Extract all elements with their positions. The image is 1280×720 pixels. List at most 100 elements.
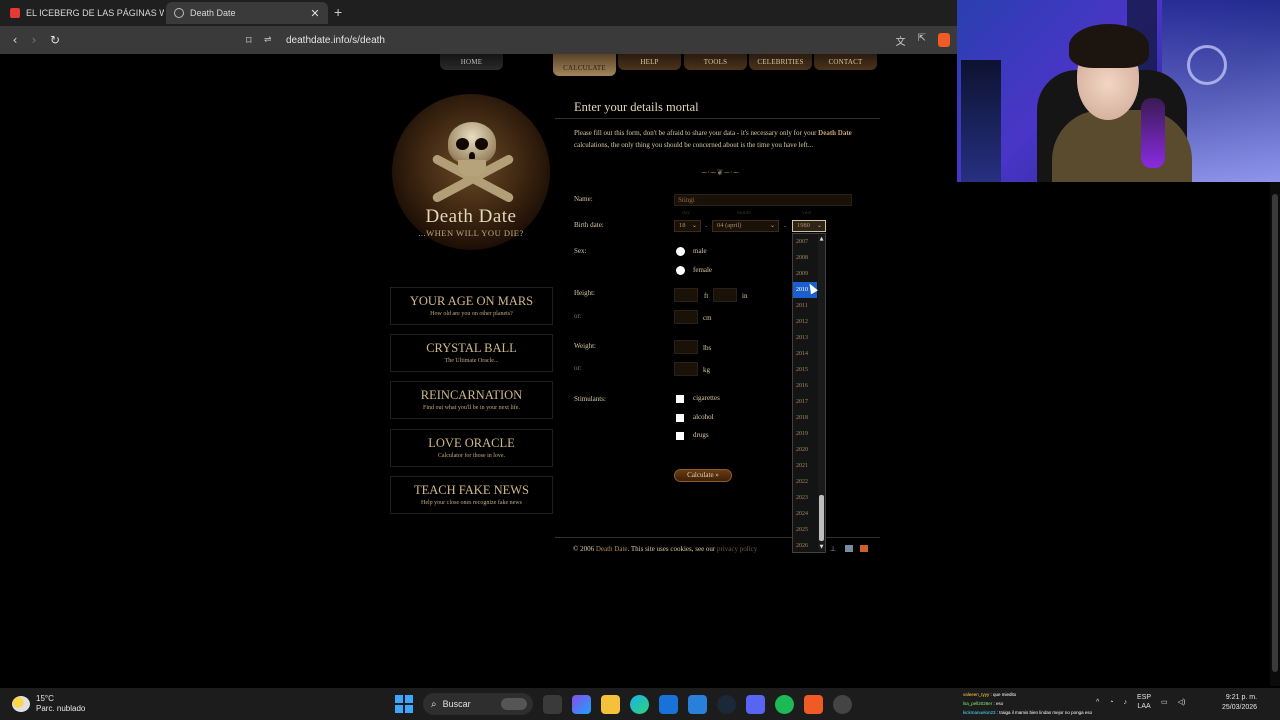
- taskbar-search[interactable]: ⌕ Buscar: [423, 693, 533, 715]
- year-dropdown-list[interactable]: 2007 2008 2009 2010 2011 2012 2013 2014 2015 2016…: [792, 233, 826, 553]
- new-tab-button[interactable]: +: [334, 4, 342, 20]
- weight-kg-input[interactable]: [674, 362, 698, 376]
- height-cm-input[interactable]: [674, 310, 698, 324]
- chevron-up-icon[interactable]: ^: [1096, 699, 1099, 706]
- tab-death-date[interactable]: Death Date ✕: [166, 2, 328, 24]
- site-nav: HOME CALCULATE HELP TOOLS CELEBRITIES CO…: [0, 54, 960, 76]
- scroll-up-icon[interactable]: ▲: [818, 235, 825, 243]
- year-option[interactable]: 2011: [793, 298, 817, 314]
- year-option[interactable]: 2008: [793, 250, 817, 266]
- nav-calculate[interactable]: CALCULATE: [553, 54, 616, 76]
- privacy-policy-link[interactable]: privacy policy: [717, 545, 757, 553]
- bookmark-icon[interactable]: ⌑: [246, 34, 264, 47]
- year-option[interactable]: 2014: [793, 346, 817, 362]
- height-ft-input[interactable]: [674, 288, 698, 302]
- year-option[interactable]: 2009: [793, 266, 817, 282]
- back-icon[interactable]: ‹: [7, 32, 23, 48]
- steam-icon[interactable]: [717, 694, 736, 714]
- year-option[interactable]: 2020: [793, 442, 817, 458]
- nav-celebrities[interactable]: CELEBRITIES: [749, 54, 812, 70]
- weight-lbs-input[interactable]: [674, 340, 698, 354]
- obs-icon[interactable]: [833, 694, 852, 714]
- year-option[interactable]: 2022: [793, 474, 817, 490]
- volume-icon[interactable]: ◁): [1178, 698, 1186, 706]
- page-scroll-thumb[interactable]: [1272, 194, 1278, 672]
- clock-date: 25/03/2026: [1222, 704, 1258, 711]
- scroll-thumb[interactable]: [819, 495, 824, 541]
- year-option[interactable]: 2013: [793, 330, 817, 346]
- drugs-checkbox[interactable]: [676, 432, 684, 440]
- month-select[interactable]: 04 (april) ⌄: [712, 220, 779, 232]
- year-option[interactable]: 2019: [793, 426, 817, 442]
- share-icon[interactable]: ⇱: [918, 33, 926, 48]
- year-option[interactable]: 2015: [793, 362, 817, 378]
- nav-help[interactable]: HELP: [618, 54, 681, 70]
- nav-home[interactable]: HOME: [440, 54, 503, 70]
- year-select[interactable]: 1980 ⌄: [792, 220, 826, 232]
- side-menu-reincarnation[interactable]: REINCARNATION Find out what you'll be in…: [390, 381, 553, 419]
- language-indicator[interactable]: ESP LAA: [1137, 693, 1151, 711]
- logo-title: Death Date: [425, 206, 517, 227]
- cigarettes-checkbox[interactable]: [676, 395, 684, 403]
- sex-female-label: female: [693, 266, 713, 274]
- widgets-icon[interactable]: [572, 694, 591, 714]
- taskbar-clock[interactable]: 9:21 p. m. 25/03/2026: [1222, 693, 1257, 713]
- side-menu-mars[interactable]: YOUR AGE ON MARS How old are you on othe…: [390, 287, 553, 325]
- year-option[interactable]: 2007: [793, 234, 817, 250]
- discord-icon[interactable]: [746, 694, 765, 714]
- name-input[interactable]: Stingi: [674, 194, 852, 206]
- year-option[interactable]: 2026: [793, 538, 817, 554]
- close-tab-icon[interactable]: ✕: [308, 7, 322, 20]
- sex-female-radio[interactable]: [676, 266, 685, 275]
- year-option[interactable]: 2017: [793, 394, 817, 410]
- scroll-down-icon[interactable]: ▼: [818, 543, 825, 551]
- nav-contact[interactable]: CONTACT: [814, 54, 877, 70]
- calculate-button[interactable]: Calculate »: [674, 469, 732, 482]
- windows-start-icon[interactable]: [395, 695, 413, 713]
- display-icon[interactable]: ▭: [1161, 698, 1168, 706]
- reload-icon[interactable]: ↻: [47, 32, 63, 48]
- outlook-icon[interactable]: [659, 694, 678, 714]
- network-icon[interactable]: ◔: [1109, 699, 1113, 706]
- spotify-icon[interactable]: [775, 694, 794, 714]
- sex-male-radio[interactable]: [676, 247, 685, 256]
- brave-shield-icon[interactable]: [938, 33, 950, 47]
- day-select[interactable]: 18 ⌄: [674, 220, 701, 232]
- year-option[interactable]: 2023: [793, 490, 817, 506]
- year-option[interactable]: 2021: [793, 458, 817, 474]
- death-date-logo[interactable]: Death Date ...WHEN WILL YOU DIE?: [390, 92, 552, 252]
- nav-tools[interactable]: TOOLS: [684, 54, 747, 70]
- address-bar[interactable]: ⌑ ⇌ deathdate.info/s/death 文 ⇱: [246, 29, 956, 51]
- site-settings-icon[interactable]: ⇌: [264, 35, 286, 45]
- rss-icon[interactable]: [860, 545, 868, 552]
- task-view-icon[interactable]: [543, 694, 562, 714]
- page-scrollbar[interactable]: [1270, 182, 1280, 686]
- translate-icon[interactable]: 文: [896, 33, 906, 48]
- weather-widget[interactable]: 15°C Parc. nublado: [12, 694, 85, 714]
- dropdown-scrollbar[interactable]: ▲ ▼: [818, 235, 825, 551]
- year-option[interactable]: 2024: [793, 506, 817, 522]
- footer-site-link[interactable]: Death Date: [596, 545, 628, 553]
- mail-icon[interactable]: [845, 545, 853, 552]
- tab-iceberg[interactable]: EL ICEBERG DE LAS PÁGINAS WEB AL: [2, 2, 164, 24]
- year-option[interactable]: 2018: [793, 410, 817, 426]
- side-menu-love-oracle[interactable]: LOVE ORACLE Calculator for those in love…: [390, 429, 553, 467]
- alcohol-checkbox[interactable]: [676, 414, 684, 422]
- mic-tray-icon[interactable]: ♪: [1124, 699, 1128, 706]
- date-separator: -: [784, 222, 787, 230]
- cm-unit: cm: [703, 314, 712, 322]
- footer: © 2006 Death Date. This site uses cookie…: [573, 545, 757, 553]
- side-menu-title: LOVE ORACLE: [428, 436, 515, 450]
- side-menu-fake-news[interactable]: TEACH FAKE NEWS Help your close ones rec…: [390, 476, 553, 514]
- height-in-input[interactable]: [713, 288, 737, 302]
- year-option[interactable]: 2012: [793, 314, 817, 330]
- share-icon[interactable]: ⊥: [830, 545, 838, 553]
- edge-icon[interactable]: [630, 694, 649, 714]
- store-icon[interactable]: [688, 694, 707, 714]
- year-option[interactable]: 2016: [793, 378, 817, 394]
- brave-icon[interactable]: [804, 694, 823, 714]
- file-explorer-icon[interactable]: [601, 694, 620, 714]
- side-menu-crystal-ball[interactable]: CRYSTAL BALL The Ultimate Oracle...: [390, 334, 553, 372]
- year-option[interactable]: 2025: [793, 522, 817, 538]
- forward-icon[interactable]: ›: [26, 32, 42, 48]
